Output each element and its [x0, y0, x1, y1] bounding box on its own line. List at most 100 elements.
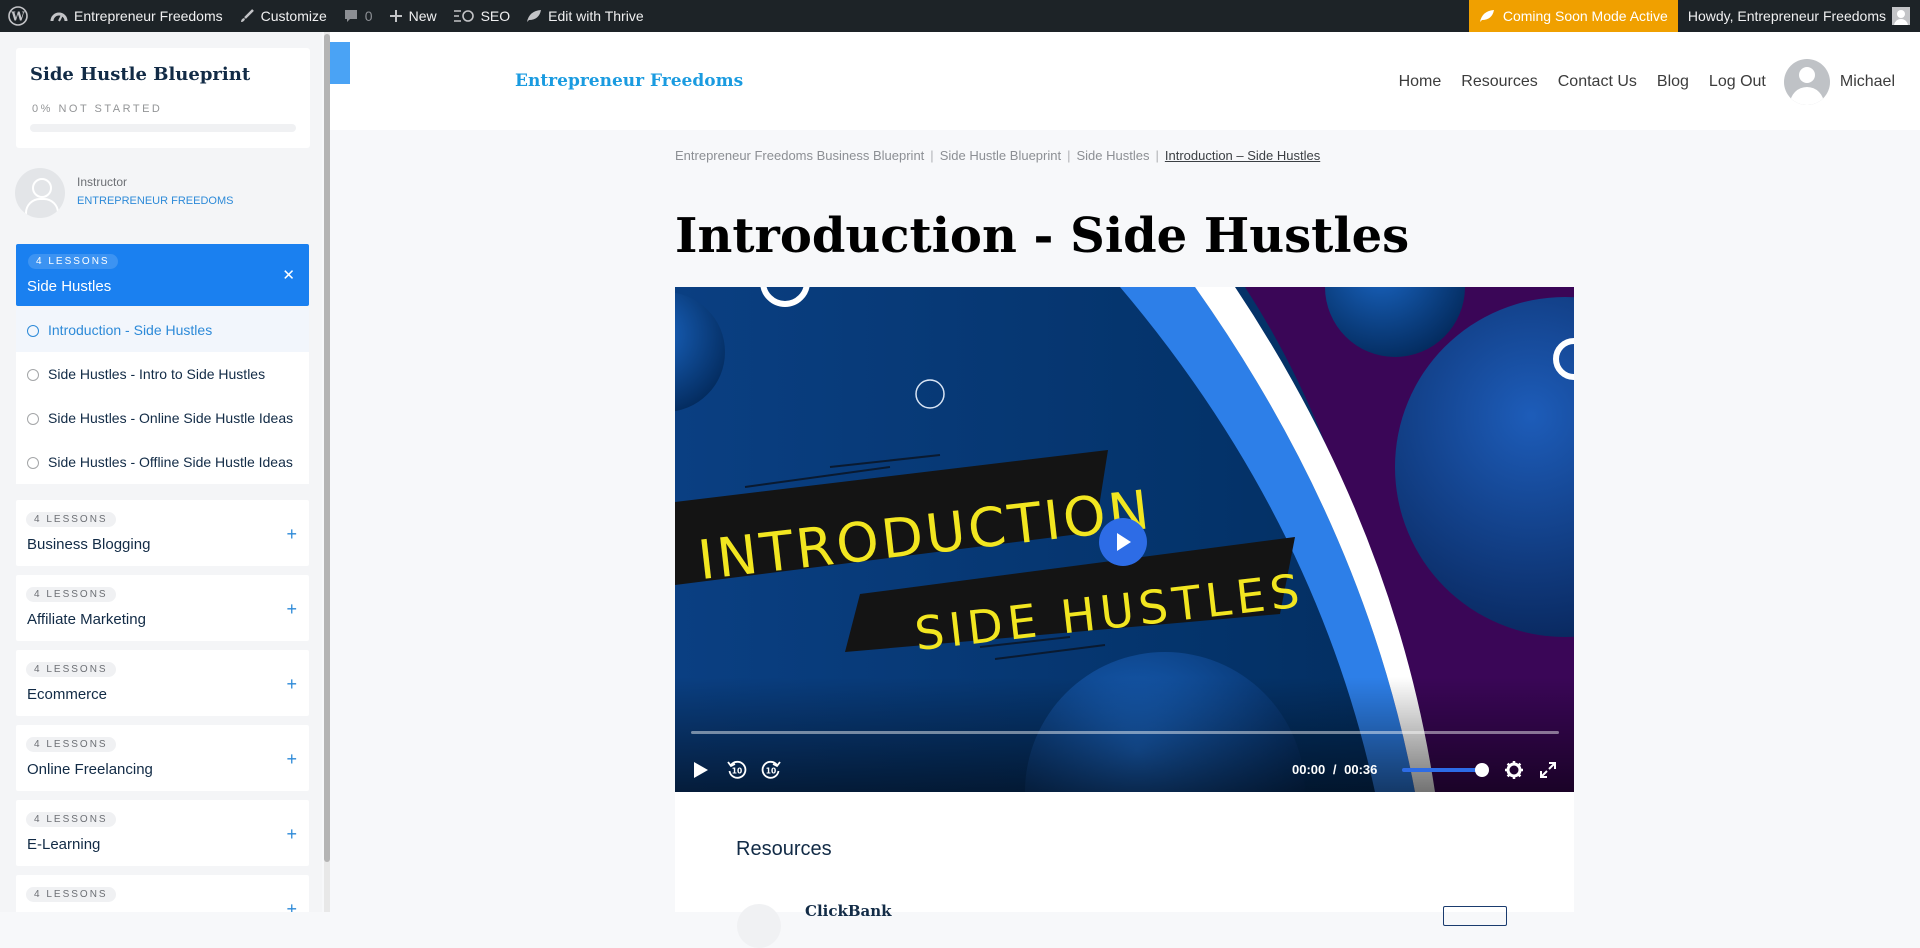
section-business-blogging[interactable]: 4 LESSONS Business Blogging + [16, 500, 309, 566]
svg-text:W: W [10, 10, 25, 24]
admin-account-menu[interactable]: Howdy, Entrepreneur Freedoms [1678, 0, 1920, 32]
section-next[interactable]: 4 LESSONS + [16, 875, 309, 912]
admin-seo-label: SEO [480, 8, 511, 24]
comment-icon [344, 10, 357, 22]
admin-thrive-label: Edit with Thrive [548, 8, 644, 24]
lesson-item[interactable]: Introduction - Side Hustles [16, 308, 309, 352]
instructor-avatar [15, 168, 65, 218]
expand-plus-icon[interactable]: + [286, 599, 297, 620]
user-avatar[interactable] [1783, 59, 1830, 105]
seo-icon [453, 10, 474, 22]
main-nav: Home Resources Contact Us Blog Log Out M… [1379, 54, 1895, 110]
lesson-status-circle-icon [27, 325, 39, 337]
video-progress-bar[interactable] [691, 731, 1559, 734]
duration: 00:36 [1344, 762, 1378, 777]
play-icon[interactable] [690, 760, 710, 780]
brush-icon [240, 9, 254, 22]
expand-plus-icon[interactable]: + [286, 899, 297, 912]
lesson-count-badge: 4 LESSONS [26, 737, 116, 752]
lesson-label: Side Hustles - Intro to Side Hustles [48, 366, 266, 382]
breadcrumb-item[interactable]: Side Hustle Blueprint [940, 148, 1061, 163]
section-ecommerce[interactable]: 4 LESSONS Ecommerce + [16, 650, 309, 716]
site-logo[interactable]: Entrepreneur Freedoms [515, 71, 743, 91]
admin-site-link[interactable]: Entrepreneur Freedoms [42, 0, 231, 32]
course-title[interactable]: Side Hustle Blueprint [30, 64, 250, 85]
site-header: Entrepreneur Freedoms Home Resources Con… [330, 32, 1920, 130]
coming-soon-label: Coming Soon Mode Active [1502, 8, 1668, 24]
resource-button[interactable] [1443, 906, 1507, 926]
time-separator: / [1332, 762, 1337, 777]
user-name[interactable]: Michael [1840, 73, 1895, 91]
section-title: Affiliate Marketing [27, 611, 146, 628]
lesson-item[interactable]: Side Hustles - Intro to Side Hustles [16, 352, 309, 396]
nav-blog[interactable]: Blog [1657, 73, 1689, 91]
sidebar-toggle-tab[interactable] [330, 42, 350, 84]
section-affiliate-marketing[interactable]: 4 LESSONS Affiliate Marketing + [16, 575, 309, 641]
nav-resources[interactable]: Resources [1461, 73, 1537, 91]
section-e-learning[interactable]: 4 LESSONS E-Learning + [16, 800, 309, 866]
volume-slider[interactable] [1402, 768, 1482, 772]
admin-new-link[interactable]: New [381, 0, 445, 32]
lesson-label: Side Hustles - Online Side Hustle Ideas [48, 410, 294, 426]
resource-item-title[interactable]: ClickBank [805, 902, 892, 920]
lesson-count-badge: 4 LESSONS [26, 887, 116, 902]
control-bar: 10 10 00:00 / 00:36 [675, 752, 1574, 788]
instructor-name[interactable]: ENTREPRENEUR FREEDOMS [77, 195, 233, 207]
lesson-item[interactable]: Side Hustles - Online Side Hustle Ideas [16, 396, 309, 440]
expand-plus-icon[interactable]: + [286, 824, 297, 845]
howdy-label: Howdy, Entrepreneur Freedoms [1687, 8, 1886, 24]
lesson-status-circle-icon [27, 369, 39, 381]
admin-thrive-link[interactable]: Edit with Thrive [518, 0, 651, 32]
breadcrumb-item[interactable]: Entrepreneur Freedoms Business Blueprint [675, 148, 924, 163]
breadcrumb-item[interactable]: Side Hustles [1076, 148, 1149, 163]
admin-site-name: Entrepreneur Freedoms [74, 8, 223, 24]
video-player[interactable]: INTRODUCTION SIDE HUSTLES 10 10 00:00 / … [675, 287, 1574, 792]
fullscreen-icon[interactable] [1538, 760, 1558, 780]
course-status: 0% NOT STARTED [32, 103, 163, 115]
breadcrumb-separator: | [1067, 148, 1071, 163]
section-title: Business Blogging [27, 536, 151, 553]
admin-seo-link[interactable]: SEO [445, 0, 519, 32]
breadcrumb-current[interactable]: Introduction – Side Hustles [1165, 148, 1320, 163]
expand-plus-icon[interactable]: + [286, 674, 297, 695]
coming-soon-badge[interactable]: Coming Soon Mode Active [1468, 0, 1678, 32]
big-play-button[interactable] [1099, 518, 1147, 566]
time-display: 00:00 / 00:36 [1292, 762, 1377, 777]
breadcrumb-separator: | [1155, 148, 1159, 163]
forward-10-icon[interactable]: 10 [760, 759, 782, 781]
lesson-list: Introduction - Side Hustles Side Hustles… [16, 308, 309, 484]
nav-contact-us[interactable]: Contact Us [1558, 73, 1637, 91]
current-time: 00:00 [1292, 762, 1326, 777]
section-side-hustles[interactable]: 4 LESSONS Side Hustles ✕ [16, 244, 309, 306]
course-card: Side Hustle Blueprint 0% NOT STARTED [16, 48, 310, 148]
breadcrumb: Entrepreneur Freedoms Business Blueprint… [675, 148, 1320, 163]
nav-home[interactable]: Home [1399, 73, 1442, 91]
breadcrumb-separator: | [930, 148, 934, 163]
lesson-status-circle-icon [27, 413, 39, 425]
leaf-icon [527, 10, 542, 22]
play-icon [1117, 533, 1131, 551]
svg-text:10: 10 [766, 767, 776, 776]
lesson-item[interactable]: Side Hustles - Offline Side Hustle Ideas [16, 440, 309, 484]
admin-customize-link[interactable]: Customize [231, 0, 335, 32]
resource-icon [737, 904, 781, 948]
admin-new-label: New [408, 8, 437, 24]
settings-gear-icon[interactable] [1504, 760, 1524, 780]
nav-log-out[interactable]: Log Out [1709, 73, 1766, 91]
admin-bar: W Entrepreneur Freedoms Customize 0 New … [0, 0, 1920, 32]
section-title: Online Freelancing [27, 761, 153, 778]
section-title: E-Learning [27, 836, 101, 853]
admin-customize-label: Customize [260, 8, 327, 24]
volume-knob[interactable] [1475, 763, 1489, 777]
section-online-freelancing[interactable]: 4 LESSONS Online Freelancing + [16, 725, 309, 791]
plus-icon [389, 10, 402, 22]
wordpress-logo-icon[interactable]: W [0, 0, 42, 32]
expand-plus-icon[interactable]: + [286, 524, 297, 545]
close-icon[interactable]: ✕ [282, 266, 295, 284]
expand-plus-icon[interactable]: + [286, 749, 297, 770]
course-sidebar: Side Hustle Blueprint 0% NOT STARTED Ins… [0, 32, 322, 912]
leaf-icon [1479, 10, 1494, 22]
admin-comments-link[interactable]: 0 [335, 0, 381, 32]
sidebar-scrollbar-thumb[interactable] [324, 34, 330, 862]
rewind-10-icon[interactable]: 10 [726, 759, 748, 781]
